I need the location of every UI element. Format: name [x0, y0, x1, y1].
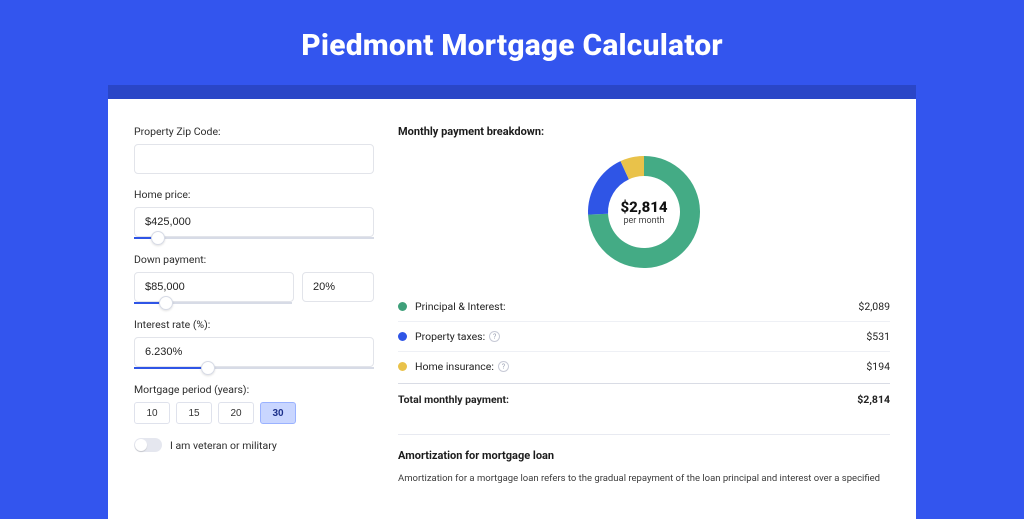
zip-input[interactable] [134, 144, 374, 174]
page-title: Piedmont Mortgage Calculator [0, 0, 1024, 85]
donut-center: $2,814 per month [620, 198, 667, 226]
down-payment-field: Down payment: [134, 253, 374, 304]
down-payment-label: Down payment: [134, 253, 374, 266]
legend-value: $2,089 [858, 300, 890, 313]
legend-dot-green [398, 302, 407, 311]
legend-row-green: Principal & Interest:$2,089 [398, 292, 890, 321]
legend-label: Home insurance: ? [415, 360, 866, 373]
legend-label: Property taxes: ? [415, 330, 866, 343]
mortgage-period-option-10[interactable]: 10 [134, 402, 170, 424]
veteran-label: I am veteran or military [170, 439, 277, 452]
mortgage-period-option-30[interactable]: 30 [260, 402, 296, 424]
calculator-card: Property Zip Code: Home price: Down paym… [108, 99, 916, 519]
mortgage-period-field: Mortgage period (years): 10 15 20 30 [134, 383, 374, 424]
legend-dot-yellow [398, 362, 407, 371]
home-price-field: Home price: [134, 188, 374, 239]
info-icon[interactable]: ? [489, 331, 500, 342]
down-payment-slider-thumb[interactable] [159, 296, 173, 310]
amortization-text: Amortization for a mortgage loan refers … [398, 472, 890, 486]
breakdown-title: Monthly payment breakdown: [398, 125, 890, 138]
inputs-column: Property Zip Code: Home price: Down paym… [134, 125, 374, 519]
mortgage-period-option-20[interactable]: 20 [218, 402, 254, 424]
legend-value: $194 [866, 360, 890, 373]
home-price-slider-thumb[interactable] [151, 231, 165, 245]
total-value: $2,814 [857, 393, 890, 406]
down-payment-amount-input[interactable] [134, 272, 294, 302]
legend-dot-blue [398, 332, 407, 341]
interest-rate-field: Interest rate (%): [134, 318, 374, 369]
mortgage-period-option-15[interactable]: 15 [176, 402, 212, 424]
veteran-toggle[interactable] [134, 438, 162, 452]
interest-rate-label: Interest rate (%): [134, 318, 374, 331]
down-payment-pct-input[interactable] [302, 272, 374, 302]
total-row: Total monthly payment: $2,814 [398, 383, 890, 414]
mortgage-period-options: 10 15 20 30 [134, 402, 374, 424]
zip-label: Property Zip Code: [134, 125, 374, 138]
down-payment-slider[interactable] [134, 302, 292, 304]
legend-row-blue: Property taxes: ?$531 [398, 321, 890, 351]
info-icon[interactable]: ? [498, 361, 509, 372]
interest-rate-input[interactable] [134, 337, 374, 367]
mortgage-period-label: Mortgage period (years): [134, 383, 374, 396]
amortization-block: Amortization for mortgage loan Amortizat… [398, 434, 890, 486]
donut-amount: $2,814 [620, 198, 667, 216]
interest-rate-slider[interactable] [134, 367, 374, 369]
donut-chart: $2,814 per month [584, 152, 704, 272]
donut-sub: per month [620, 216, 667, 226]
breakdown-legend: Principal & Interest:$2,089Property taxe… [398, 292, 890, 381]
donut-chart-wrap: $2,814 per month [398, 152, 890, 272]
total-label: Total monthly payment: [398, 393, 857, 406]
veteran-row: I am veteran or military [134, 438, 374, 452]
results-column: Monthly payment breakdown: $2,814 per mo… [398, 125, 890, 519]
legend-label: Principal & Interest: [415, 300, 858, 313]
interest-rate-slider-thumb[interactable] [201, 361, 215, 375]
zip-field: Property Zip Code: [134, 125, 374, 174]
home-price-slider[interactable] [134, 237, 374, 239]
home-price-label: Home price: [134, 188, 374, 201]
home-price-input[interactable] [134, 207, 374, 237]
header-stripe [108, 85, 916, 99]
legend-value: $531 [866, 330, 890, 343]
legend-row-yellow: Home insurance: ?$194 [398, 351, 890, 381]
amortization-title: Amortization for mortgage loan [398, 449, 890, 462]
